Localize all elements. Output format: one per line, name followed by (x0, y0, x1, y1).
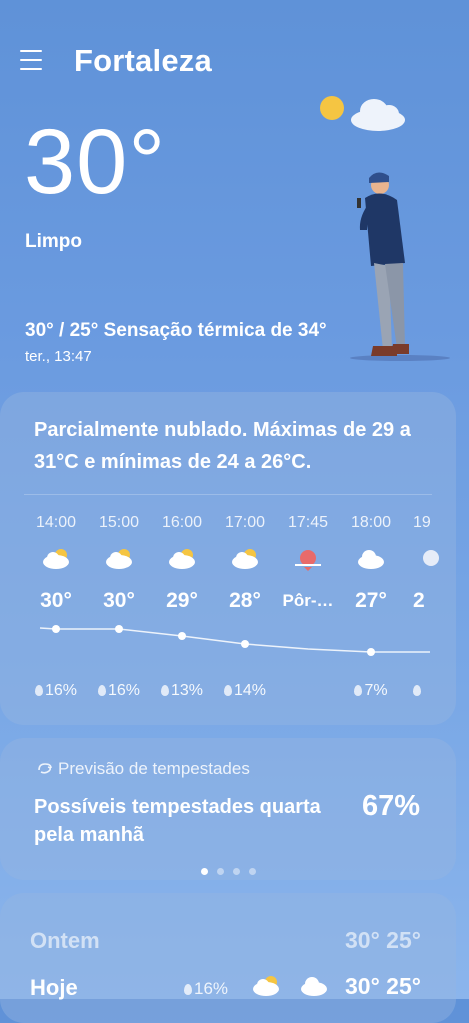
storm-percent: 67% (362, 790, 421, 822)
cloud-icon (351, 99, 405, 131)
storm-header-label: Previsão de tempestades (58, 759, 250, 778)
today-rain-value: 16% (194, 979, 229, 998)
raindrop-icon (97, 685, 106, 696)
rain-chance: 16% (25, 682, 87, 700)
rain-value: 16% (44, 682, 78, 699)
current-datetime: ter., 13:47 (25, 348, 92, 365)
today-rain: 16% (184, 979, 228, 999)
hour-temp: 29° (166, 589, 198, 612)
current-condition: Limpo (25, 231, 82, 252)
page-dot[interactable] (233, 868, 240, 875)
today-weather-icons (253, 976, 327, 996)
rain-chance: 14% (214, 682, 276, 700)
weather-illustration (320, 96, 450, 361)
rain-value: 13% (170, 682, 204, 699)
trend-point (178, 632, 186, 640)
daily-forecast-card[interactable] (0, 893, 456, 1023)
raindrop-icon (354, 685, 363, 696)
trend-point (115, 625, 123, 633)
trend-point (367, 648, 375, 656)
partly-cloudy-icon (106, 549, 132, 569)
rain-chance: 7% (340, 682, 402, 700)
storm-text: Possíveis tempestades quarta pela manhã (34, 796, 321, 846)
raindrop-icon (160, 685, 169, 696)
moon-icon (423, 550, 439, 566)
rain-value: 14% (233, 682, 267, 699)
cloudy-night-icon (358, 550, 384, 569)
temperature-trend-line (39, 625, 430, 656)
hour-temp: 30° (103, 589, 135, 612)
page-indicator[interactable] (201, 862, 265, 880)
rain-chance: 16% (88, 682, 150, 700)
storm-header: Previsão de tempestades (36, 759, 250, 779)
sunset-icon (295, 550, 321, 571)
forecast-summary: Parcialmente nublado. Máximas de 29 a 31… (34, 419, 411, 473)
raindrop-icon (184, 984, 192, 995)
page-dot-active[interactable] (201, 868, 208, 875)
rain-chance: 13% (151, 682, 213, 700)
hourly-icons (43, 549, 439, 571)
storm-swirl-icon (38, 763, 52, 774)
partly-cloudy-icon (43, 549, 69, 569)
trend-point (241, 640, 249, 648)
raindrop-icon (34, 685, 43, 696)
rain-chance (413, 682, 433, 700)
hour-temp: 30° (40, 589, 72, 612)
yesterday-label: Ontem (30, 928, 100, 953)
trend-point (52, 625, 60, 633)
menu-icon[interactable] (20, 50, 42, 70)
today-label: Hoje (30, 975, 78, 1000)
page-dot[interactable] (217, 868, 224, 875)
rain-value: 7% (364, 682, 388, 699)
temperature-range: 30° / 25° Sensação térmica de 34° (25, 320, 327, 341)
hour-temp: 28° (229, 589, 261, 612)
raindrop-icon (223, 685, 232, 696)
partly-cloudy-icon (169, 549, 195, 569)
divider (24, 494, 432, 495)
rain-value: 16% (107, 682, 141, 699)
today-temps: 30° 25° (345, 973, 421, 999)
sun-icon (320, 96, 344, 120)
hour-temp: 2 (413, 589, 425, 612)
raindrop-icon (413, 685, 421, 696)
cloudy-night-icon (301, 977, 327, 996)
current-temperature: 30° (24, 111, 167, 213)
person-illustration (357, 172, 409, 356)
page-dot[interactable] (249, 868, 256, 875)
yesterday-temps: 30° 25° (345, 927, 421, 953)
hour-temp: 27° (355, 589, 387, 612)
sunset-label: Pôr-… (282, 591, 334, 610)
partly-cloudy-icon (253, 976, 279, 996)
partly-cloudy-icon (232, 549, 258, 569)
city-name[interactable]: Fortaleza (74, 43, 212, 79)
